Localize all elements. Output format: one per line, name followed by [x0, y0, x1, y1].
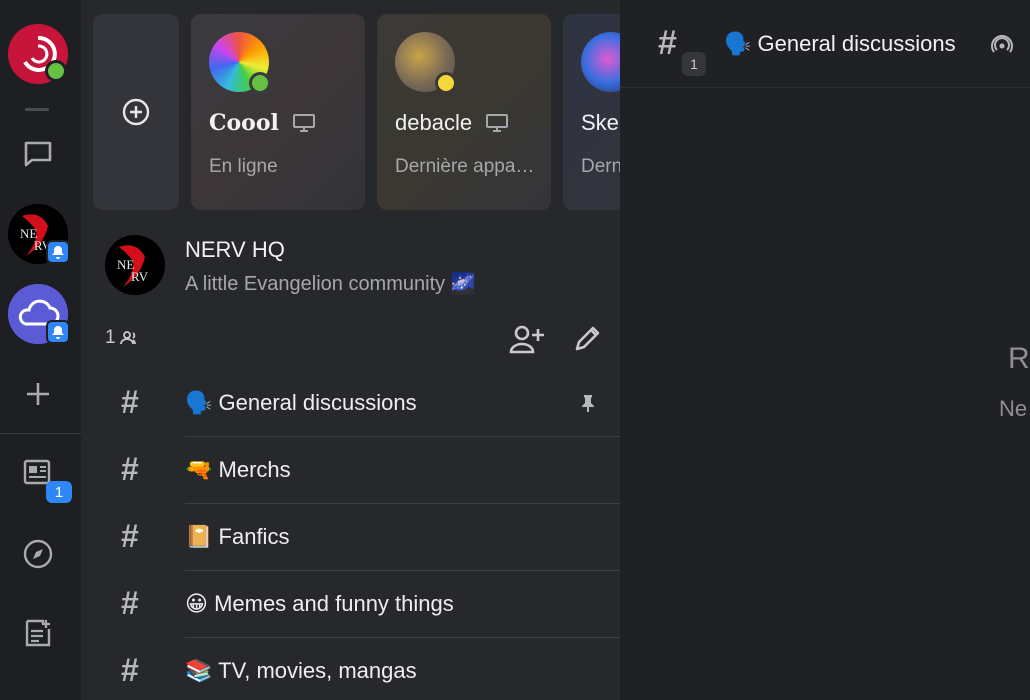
pencil-icon — [575, 326, 600, 351]
hash-icon: # — [121, 585, 139, 621]
pin-icon — [582, 395, 594, 412]
invite-user-button[interactable] — [509, 322, 545, 356]
empty-state-subtitle: Ne — [999, 396, 1028, 421]
desktop-icon — [292, 114, 315, 132]
channel-count-badge: 1 — [682, 52, 706, 76]
add-circle-icon — [122, 98, 150, 126]
online-status-dot — [45, 60, 67, 82]
channel-emoji: 🔫 — [185, 457, 213, 482]
explore-compass-icon[interactable] — [20, 536, 56, 572]
notification-badge: 1 — [46, 481, 72, 503]
channel-name: Merchs — [218, 457, 291, 482]
conversation-panel: # 1 🗣️ General discussions Ri Ne — [620, 0, 1030, 700]
channel-name: Memes and funny things — [214, 591, 454, 616]
hash-icon: # — [121, 384, 139, 420]
add-user-icon — [509, 325, 544, 354]
channel-item[interactable]: # 😀 Memes and funny things — [81, 571, 620, 638]
desktop-icon — [486, 114, 509, 132]
add-status-card[interactable] — [93, 14, 179, 210]
member-count[interactable]: 1 — [105, 327, 140, 349]
user-card[interactable]: Ske Dern — [563, 14, 620, 210]
user-name: debacle — [395, 110, 473, 135]
chat-icon[interactable] — [20, 136, 56, 172]
user-status: Dern — [581, 156, 620, 177]
channel-emoji: 😀 — [185, 591, 208, 616]
channel-emoji: 📔 — [185, 524, 213, 549]
channel-name: TV, movies, mangas — [218, 658, 417, 683]
add-server-icon[interactable] — [20, 376, 56, 412]
user-name: Coool — [209, 110, 279, 136]
user-name: Ske — [581, 110, 619, 135]
channel-list-panel: Coool En ligne debacle Dernière appa… Sk… — [81, 0, 620, 700]
rail-separator — [25, 108, 49, 111]
nerv-logo-icon: NE RV — [105, 235, 165, 295]
user-card[interactable]: Coool En ligne — [191, 14, 365, 210]
channel-item[interactable]: # 🔫 Merchs — [81, 437, 620, 504]
notes-icon[interactable] — [20, 615, 56, 651]
bell-icon — [46, 320, 70, 344]
channel-name: Fanfics — [218, 524, 290, 549]
hash-icon: # — [121, 652, 139, 688]
user-status: En ligne — [209, 156, 278, 177]
channel-item[interactable]: # 📔 Fanfics — [81, 504, 620, 571]
user-card[interactable]: debacle Dernière appa… — [377, 14, 551, 210]
people-icon — [119, 331, 136, 345]
conversation-header: # 1 🗣️ General discussions — [620, 0, 1030, 88]
empty-state-title: Ri — [1008, 342, 1030, 375]
user-status: Dernière appa… — [395, 156, 535, 177]
avatar — [581, 32, 620, 92]
server-description: A little Evangelion community 🌌 — [185, 273, 476, 295]
channel-item[interactable]: # 📚 TV, movies, mangas — [81, 638, 620, 700]
online-status-dot — [249, 72, 271, 94]
channel-item[interactable]: # 🗣️ General discussions — [81, 370, 620, 437]
svg-text:RV: RV — [131, 269, 149, 284]
channel-emoji: 📚 — [185, 658, 213, 683]
channel-emoji: 🗣️ — [185, 390, 213, 415]
hash-icon: # — [658, 24, 677, 62]
server-name: NERV HQ — [185, 237, 285, 262]
server-avatar: NE RV — [105, 235, 165, 295]
hash-icon: # — [121, 451, 139, 487]
conversation-title[interactable]: 🗣️ General discussions — [724, 31, 956, 57]
hash-icon: # — [121, 518, 139, 554]
navigation-rail: NE RV 1 — [0, 0, 81, 700]
away-moon-icon — [435, 72, 457, 94]
channel-name: General discussions — [218, 390, 417, 415]
member-count-value: 1 — [105, 327, 116, 348]
edit-button[interactable] — [569, 322, 605, 356]
rail-divider — [0, 433, 81, 434]
broadcast-icon[interactable] — [990, 34, 1014, 54]
bell-icon — [46, 240, 70, 264]
